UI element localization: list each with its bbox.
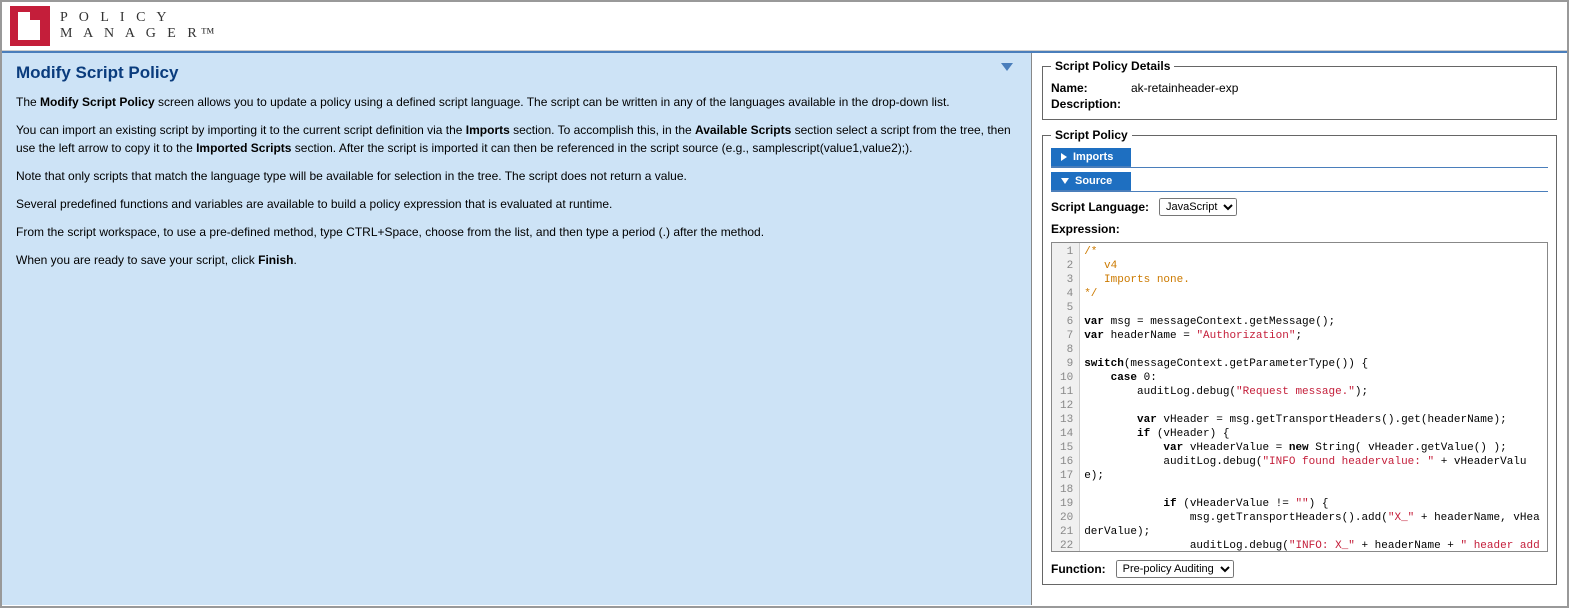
script-policy-fieldset: Script Policy Imports Source Script Lang… <box>1042 128 1557 585</box>
tab-source-label: Source <box>1075 175 1112 187</box>
chevron-right-icon <box>1061 153 1067 161</box>
help-p2: You can import an existing script by imp… <box>16 121 1017 157</box>
name-value: ak-retainheader-exp <box>1131 81 1238 95</box>
help-panel: Modify Script Policy The Modify Script P… <box>2 53 1032 605</box>
main-area: Modify Script Policy The Modify Script P… <box>2 51 1567 605</box>
code-content[interactable]: /* v4 Imports none. */ var msg = message… <box>1080 243 1547 551</box>
name-label: Name: <box>1051 81 1131 95</box>
script-policy-legend: Script Policy <box>1051 128 1132 142</box>
help-p6: When you are ready to save your script, … <box>16 251 1017 269</box>
collapse-caret-icon[interactable] <box>1001 63 1013 71</box>
line-gutter: 1 2 3 4 5 6 7 8 9 10 11 12 13 14 15 16 1… <box>1052 243 1080 551</box>
help-p5: From the script workspace, to use a pre-… <box>16 223 1017 241</box>
tab-imports-label: Imports <box>1073 151 1113 163</box>
details-panel: Script Policy Details Name: ak-retainhea… <box>1032 53 1567 605</box>
brand-text: P O L I C Y M A N A G E R™ <box>60 10 218 42</box>
brand-line2: M A N A G E R™ <box>60 26 218 42</box>
app-header: P O L I C Y M A N A G E R™ <box>2 2 1567 51</box>
policy-details-fieldset: Script Policy Details Name: ak-retainhea… <box>1042 59 1557 120</box>
function-select[interactable]: Pre-policy Auditing <box>1116 560 1234 578</box>
help-p3: Note that only scripts that match the la… <box>16 167 1017 185</box>
page-title: Modify Script Policy <box>16 63 1017 83</box>
script-language-select[interactable]: JavaScript <box>1159 198 1237 216</box>
chevron-down-icon <box>1061 178 1069 184</box>
help-p4: Several predefined functions and variabl… <box>16 195 1017 213</box>
help-p1: The Modify Script Policy screen allows y… <box>16 93 1017 111</box>
expression-label: Expression: <box>1051 222 1120 236</box>
tab-imports[interactable]: Imports <box>1051 148 1131 167</box>
logo-icon <box>10 6 50 46</box>
script-language-label: Script Language: <box>1051 200 1149 214</box>
tab-source[interactable]: Source <box>1051 172 1131 191</box>
policy-details-legend: Script Policy Details <box>1051 59 1174 73</box>
brand-line1: P O L I C Y <box>60 10 218 26</box>
code-editor[interactable]: 1 2 3 4 5 6 7 8 9 10 11 12 13 14 15 16 1… <box>1051 242 1548 552</box>
function-label: Function: <box>1051 562 1106 576</box>
description-label: Description: <box>1051 97 1131 111</box>
